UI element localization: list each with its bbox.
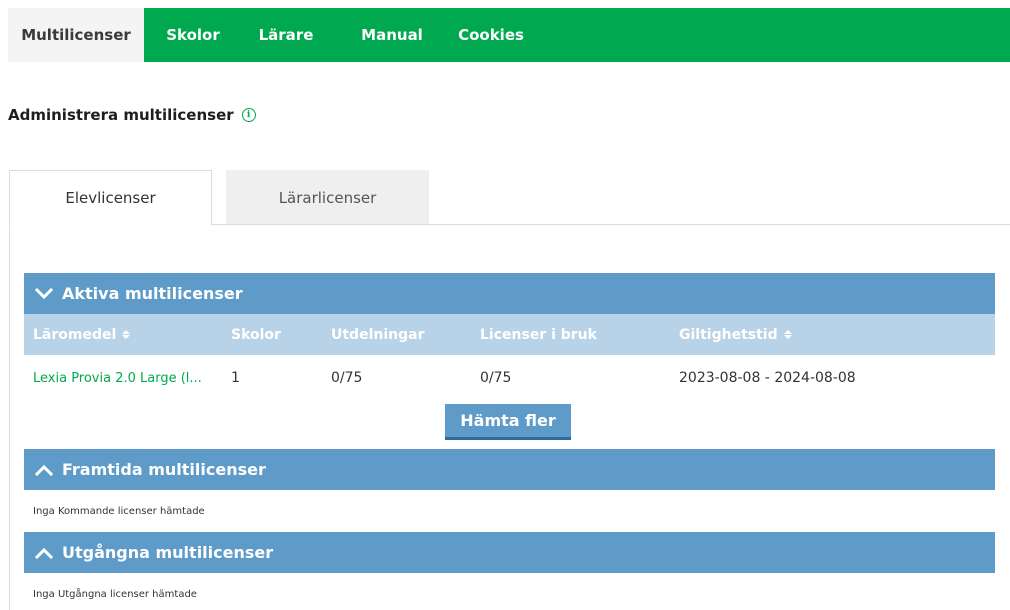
nav-item-cookies[interactable]: Cookies [456, 8, 526, 62]
chevron-down-icon [34, 287, 54, 299]
empty-message-expired: Inga Utgångna licenser hämtade [33, 589, 197, 600]
table-row: Lexia Provia 2.0 Large (l... 1 0/75 0/75… [24, 358, 995, 398]
license-tabs: Elevlicenser Lärarlicenser [9, 170, 429, 226]
section-title-expired: Utgångna multilicenser [62, 543, 274, 562]
fetch-more-button[interactable]: Hämta fler [445, 404, 571, 440]
nav-item-manual[interactable]: Manual [354, 8, 430, 62]
empty-message-future: Inga Kommande licenser hämtade [33, 506, 205, 517]
tab-lararlicenser[interactable]: Lärarlicenser [226, 170, 429, 225]
info-icon[interactable]: i [241, 108, 256, 122]
page-title-text: Administrera multilicenser [8, 106, 234, 124]
skolor-cell: 1 [231, 370, 240, 386]
nav-item-larare[interactable]: Lärare [242, 8, 330, 62]
section-header-active[interactable]: Aktiva multilicenser [24, 273, 995, 314]
section-title-active: Aktiva multilicenser [62, 284, 243, 303]
main-navigation: Multilicenser Skolor Lärare Manual Cooki… [8, 8, 1010, 62]
tab-elevlicenser[interactable]: Elevlicenser [9, 170, 212, 226]
utdelningar-cell: 0/75 [331, 370, 363, 386]
column-header-utdelningar: Utdelningar [331, 326, 425, 343]
laromedel-link[interactable]: Lexia Provia 2.0 Large (l... [33, 358, 202, 398]
sort-icon [122, 330, 131, 339]
column-header-laromedel[interactable]: Läromedel [33, 314, 131, 355]
nav-item-skolor[interactable]: Skolor [156, 8, 230, 62]
section-header-expired[interactable]: Utgångna multilicenser [24, 532, 995, 573]
sort-icon [783, 330, 792, 339]
column-header-licenser-i-bruk: Licenser i bruk [480, 326, 597, 343]
nav-item-multilicenser[interactable]: Multilicenser [8, 8, 144, 62]
giltighetstid-cell: 2023-08-08 - 2024-08-08 [679, 370, 856, 386]
section-header-future[interactable]: Framtida multilicenser [24, 449, 995, 490]
top-bar-spacer [0, 0, 1010, 8]
chevron-up-icon [34, 547, 54, 559]
column-header-giltighetstid[interactable]: Giltighetstid [679, 314, 792, 355]
chevron-up-icon [34, 464, 54, 476]
page-title: Administrera multilicenser i [8, 106, 256, 124]
table-header-row: Läromedel Skolor Utdelningar Licenser i … [24, 314, 995, 355]
column-header-skolor: Skolor [231, 326, 281, 343]
section-title-future: Framtida multilicenser [62, 460, 266, 479]
licenser-cell: 0/75 [480, 370, 512, 386]
